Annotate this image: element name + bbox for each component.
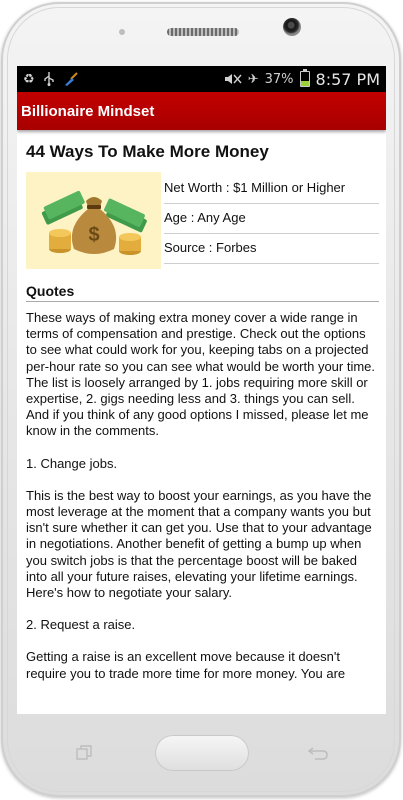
section-title-quotes: Quotes bbox=[26, 283, 379, 302]
recent-apps-icon[interactable] bbox=[74, 744, 94, 762]
status-bar: ♻ ✈ 37% 8:57 PM bbox=[17, 66, 386, 92]
article-body: These ways of making extra money cover a… bbox=[26, 310, 379, 682]
svg-text:$: $ bbox=[88, 224, 99, 246]
broom-icon bbox=[63, 71, 79, 87]
paragraph: Getting a raise is an excellent move bec… bbox=[26, 649, 346, 681]
proximity-sensor bbox=[119, 29, 125, 35]
battery-icon bbox=[299, 69, 310, 87]
front-camera bbox=[283, 18, 301, 36]
airplane-icon: ✈ bbox=[247, 71, 259, 87]
recycle-icon: ♻ bbox=[23, 71, 35, 87]
net-worth: Net Worth : $1 Million or Higher bbox=[164, 174, 379, 204]
app-bar: Billionaire Mindset bbox=[17, 92, 386, 130]
article-facts: Net Worth : $1 Million or Higher Age : A… bbox=[164, 174, 379, 269]
source: Source : Forbes bbox=[164, 234, 379, 264]
usb-icon bbox=[43, 71, 55, 87]
paragraph: 1. Change jobs. bbox=[26, 455, 118, 471]
back-icon[interactable] bbox=[306, 743, 330, 763]
screen: ♻ ✈ 37% 8:57 PM Billionaire Mindset 44 W… bbox=[17, 66, 386, 714]
earpiece-speaker bbox=[167, 28, 239, 36]
phone-frame: ♻ ✈ 37% 8:57 PM Billionaire Mindset 44 W… bbox=[1, 2, 401, 797]
home-button[interactable] bbox=[155, 735, 249, 771]
article-content[interactable]: 44 Ways To Make More Money $ Net Worth:… bbox=[17, 130, 386, 682]
app-title: Billionaire Mindset bbox=[21, 102, 155, 120]
age: Age : Any Age bbox=[164, 204, 379, 234]
paragraph: These ways of making extra money cover a… bbox=[26, 310, 376, 439]
money-bag-icon: $ bbox=[26, 172, 161, 269]
paragraph: This is the best way to boost your earni… bbox=[26, 487, 372, 601]
clock: 8:57 PM bbox=[315, 69, 380, 89]
article-info: $ Net Worth : $1 Million or Higher Age :… bbox=[26, 172, 379, 269]
battery-percent: 37% bbox=[264, 71, 294, 87]
article-title: 44 Ways To Make More Money bbox=[26, 142, 269, 161]
mute-icon bbox=[224, 71, 242, 87]
paragraph: 2. Request a raise. bbox=[26, 617, 136, 633]
